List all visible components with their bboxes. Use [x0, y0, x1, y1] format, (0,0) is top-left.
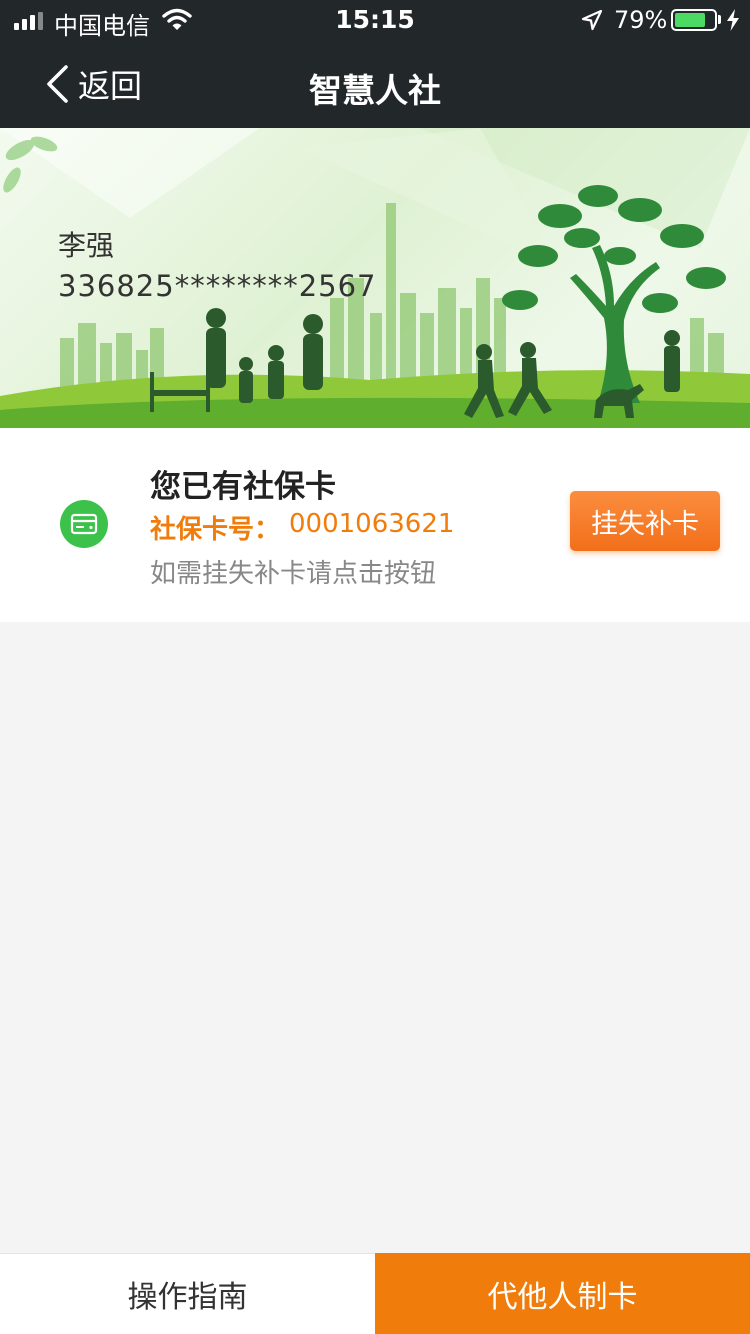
bottom-action-bar: 操作指南 代他人制卡 [0, 1253, 750, 1334]
battery-tip [718, 15, 721, 24]
report-loss-hint: 如需挂失补卡请点击按钮 [150, 559, 437, 589]
card-status-title: 您已有社保卡 [150, 469, 336, 505]
charging-bolt-icon [727, 9, 739, 31]
card-number-label: 社保卡号： [150, 515, 281, 545]
cardholder-name: 李强 [58, 229, 115, 262]
report-loss-button[interactable]: 挂失补卡 [570, 491, 720, 551]
status-bar: 中国电信 15:15 79% [0, 0, 750, 40]
cardholder-id-number: 336825********2567 [58, 269, 377, 303]
make-card-for-others-button[interactable]: 代他人制卡 [375, 1253, 750, 1334]
battery-level [675, 13, 706, 27]
top-bar: 中国电信 15:15 79% 返回 智慧人社 [0, 0, 750, 128]
card-number: 0001063621 [289, 509, 455, 539]
battery-percent: 79% [614, 6, 668, 34]
page-title: 智慧人社 [309, 71, 441, 110]
card-icon [60, 500, 108, 548]
guide-button[interactable]: 操作指南 [0, 1253, 375, 1334]
location-arrow-icon [581, 9, 603, 31]
card-banner: 李强 336825********2567 [0, 128, 750, 428]
battery-icon [671, 9, 717, 31]
